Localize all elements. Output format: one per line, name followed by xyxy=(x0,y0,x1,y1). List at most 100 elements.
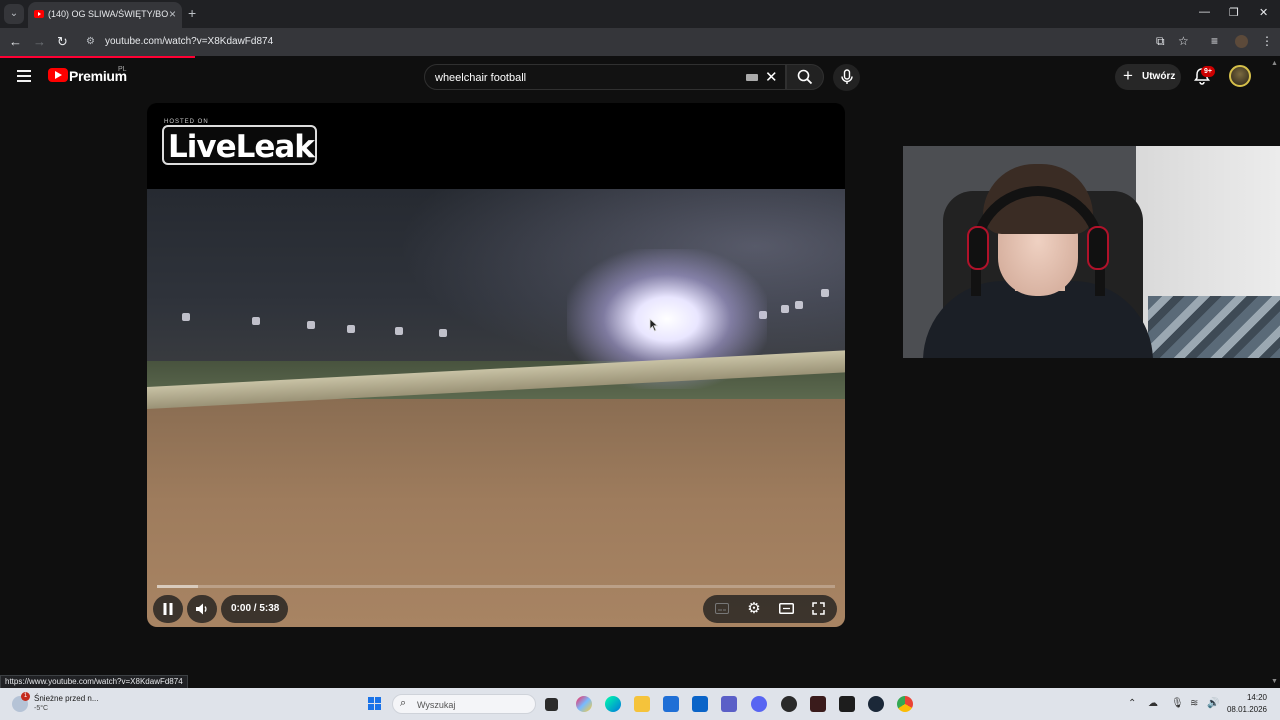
taskbar-search[interactable]: ⌕ Wyszukaj xyxy=(392,694,536,714)
clock-date[interactable]: 08.01.2026 xyxy=(1221,705,1267,714)
volume-tray-icon[interactable]: 🔊 xyxy=(1207,698,1219,709)
edge-icon[interactable] xyxy=(605,696,621,712)
reload-icon[interactable]: ↻ xyxy=(57,34,68,50)
account-avatar[interactable] xyxy=(1229,65,1251,87)
create-button[interactable]: + Utwórz xyxy=(1115,64,1181,90)
gear-icon: ⚙ xyxy=(747,600,761,617)
tab-title: (140) OG SLIWA/ŚWIĘTY/BOBO xyxy=(48,9,168,19)
window-close-icon[interactable]: ✕ xyxy=(1259,6,1268,19)
floodlight xyxy=(395,327,403,335)
webcam-overlay xyxy=(903,146,1280,358)
settings-button[interactable]: ⚙ xyxy=(745,600,763,618)
task-view-icon[interactable] xyxy=(545,698,558,711)
browser-tab-strip: ⌄ (140) OG SLIWA/ŚWIĘTY/BOBO × + — ❐ ✕ xyxy=(0,0,1280,28)
clock-time[interactable]: 14:20 xyxy=(1231,693,1267,702)
search-box: ✕ xyxy=(424,64,786,90)
play-pause-button[interactable] xyxy=(153,595,183,623)
back-icon[interactable]: ← xyxy=(9,34,22,49)
youtube-logo-icon[interactable] xyxy=(48,68,68,82)
browser-menu-icon[interactable]: ⋮ xyxy=(1261,34,1273,48)
search-button[interactable] xyxy=(786,64,824,90)
volume-icon xyxy=(196,603,207,615)
restore-icon[interactable]: ❐ xyxy=(1229,6,1239,19)
media-controls-icon[interactable]: ≡ xyxy=(1211,34,1218,48)
windows-start-icon[interactable] xyxy=(368,697,382,711)
chevron-up-icon[interactable]: ⌃ xyxy=(1128,698,1136,709)
webcam-bed xyxy=(1148,296,1280,358)
chevron-down-icon: ⌄ xyxy=(9,8,19,19)
browser-tab[interactable]: (140) OG SLIWA/ŚWIĘTY/BOBO × xyxy=(28,2,182,28)
floodlight xyxy=(347,325,355,333)
country-code: PL xyxy=(118,66,127,73)
video-player[interactable]: HOSTED ON LiveLeak 0:00 / 5:38 ⚙ xyxy=(147,103,845,627)
floodlight xyxy=(795,301,803,309)
mouse-cursor-icon xyxy=(649,318,659,332)
taskbar-search-label: Wyszukaj xyxy=(417,700,456,710)
discord-icon[interactable] xyxy=(751,696,767,712)
scroll-up-arrow-icon[interactable]: ▲ xyxy=(1271,60,1278,67)
voice-search-button[interactable] xyxy=(833,64,860,91)
microsoft-store-icon[interactable] xyxy=(663,696,679,712)
copilot-icon[interactable] xyxy=(576,696,592,712)
profile-avatar[interactable] xyxy=(1235,35,1248,48)
progress-buffered xyxy=(157,585,198,588)
cloud-icon[interactable]: ☁ xyxy=(1148,698,1158,709)
new-tab-button[interactable]: + xyxy=(188,5,196,21)
progress-bar[interactable] xyxy=(157,585,835,588)
search-input[interactable] xyxy=(435,69,735,87)
watermark-brand-text: LiveLeak xyxy=(168,129,315,165)
plus-icon: + xyxy=(1123,66,1133,85)
wifi-icon[interactable]: ≋ xyxy=(1190,698,1198,709)
video-dirt-track xyxy=(147,399,845,627)
chrome-icon[interactable] xyxy=(897,696,913,712)
steam-icon[interactable] xyxy=(868,696,884,712)
minimize-icon[interactable]: — xyxy=(1199,6,1210,18)
mic-icon xyxy=(841,69,853,84)
youtube-masthead: Premium PL ✕ + Utwórz 9+ xyxy=(0,58,1280,98)
tab-list-button[interactable]: ⌄ xyxy=(4,4,24,24)
create-label: Utwórz xyxy=(1142,71,1176,82)
fullscreen-icon xyxy=(811,602,825,615)
weather-title: Śnieżne przed n... xyxy=(34,694,99,703)
pause-icon xyxy=(163,603,173,615)
floodlight xyxy=(439,329,447,337)
site-info-icon[interactable]: ⚙ xyxy=(86,36,95,47)
liveleak-watermark-logo: HOSTED ON LiveLeak xyxy=(162,119,317,165)
mic-tray-icon[interactable]: 🎙 xyxy=(1171,698,1184,709)
file-explorer-icon[interactable] xyxy=(634,696,650,712)
outlook-icon[interactable] xyxy=(692,696,708,712)
time-display-text: 0:00 / 5:38 xyxy=(231,603,280,614)
app-icon-red-mark[interactable] xyxy=(839,696,855,712)
floodlight xyxy=(182,313,190,321)
search-icon xyxy=(797,69,813,85)
watermark-hosted-text: HOSTED ON xyxy=(164,119,209,125)
windows-taskbar: 1 Śnieżne przed n... -5°C ⌕ Wyszukaj ⌃ ☁… xyxy=(0,688,1280,720)
subtitles-button[interactable] xyxy=(713,600,731,618)
scroll-down-arrow-icon[interactable]: ▼ xyxy=(1271,678,1278,685)
theater-mode-button[interactable] xyxy=(777,600,795,618)
floodlight xyxy=(252,317,260,325)
time-display: 0:00 / 5:38 xyxy=(221,595,288,623)
keyboard-icon[interactable] xyxy=(746,74,758,81)
subtitles-icon xyxy=(715,603,729,614)
install-app-icon[interactable]: ⧉ xyxy=(1156,34,1165,49)
mute-button[interactable] xyxy=(187,595,217,623)
floodlight xyxy=(781,305,789,313)
fullscreen-button[interactable] xyxy=(809,600,827,618)
browser-toolbar: ← → ↻ ⚙ youtube.com/watch?v=X8KdawFd874 … xyxy=(0,28,1280,56)
clear-search-icon[interactable]: ✕ xyxy=(765,68,778,86)
bookmark-star-icon[interactable]: ☆ xyxy=(1178,34,1189,48)
webcam-headset-ear-right xyxy=(1087,226,1109,270)
teams-icon[interactable] xyxy=(721,696,737,712)
shield-app-icon[interactable] xyxy=(810,696,826,712)
app-icon-dark[interactable] xyxy=(781,696,797,712)
weather-temperature: -5°C xyxy=(34,705,49,712)
notification-count-badge: 9+ xyxy=(1201,66,1215,77)
address-url: youtube.com/watch?v=X8KdawFd874 xyxy=(105,36,274,47)
forward-icon[interactable]: → xyxy=(33,34,46,49)
weather-alert-badge: 1 xyxy=(21,692,30,701)
tab-close-icon[interactable]: × xyxy=(169,7,176,21)
search-icon: ⌕ xyxy=(400,697,407,709)
address-bar[interactable]: ⚙ youtube.com/watch?v=X8KdawFd874 xyxy=(80,31,1200,53)
hamburger-menu-icon[interactable] xyxy=(17,70,31,82)
